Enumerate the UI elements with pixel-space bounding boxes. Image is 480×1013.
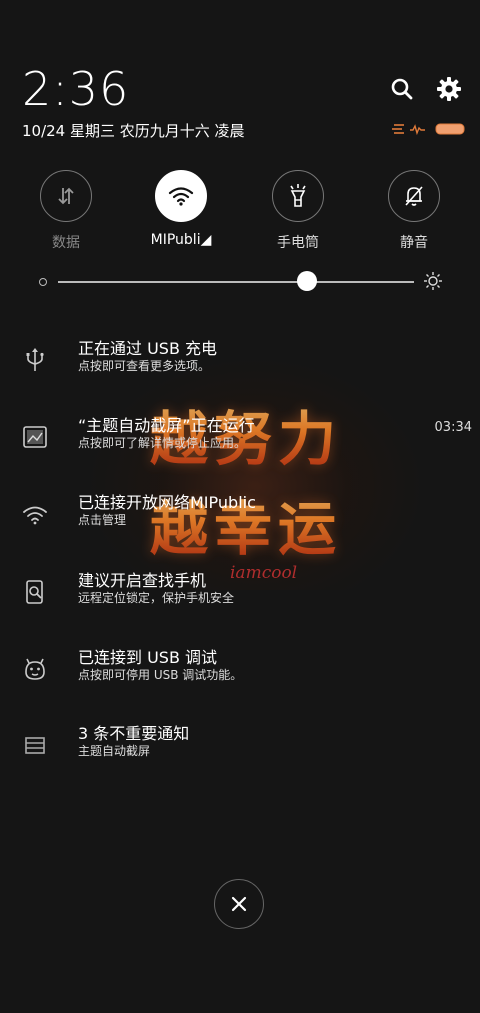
notification-time: 03:34 (434, 420, 472, 435)
toggle-wifi[interactable]: MIPubli◢ (141, 170, 221, 248)
toggle-silent[interactable]: 静音 (384, 170, 444, 252)
notification-find-phone[interactable]: 建议开启查找手机 远程定位锁定，保护手机安全 (0, 567, 480, 627)
toggle-flashlight[interactable]: 手电筒 (268, 170, 328, 252)
notification-title: 正在通过 USB 充电 (78, 339, 218, 358)
close-icon (231, 896, 247, 912)
charging-icon (392, 124, 404, 134)
activity-wave-icon (410, 124, 425, 136)
date-line: 10/24 星期三 农历九月十六 凌晨 (22, 122, 245, 140)
notification-theme-screenshot[interactable]: “主题自动截屏”正在运行 点按即可了解详情或停止应用。 03:34 (0, 412, 480, 472)
notification-title: 3 条不重要通知 (78, 724, 190, 743)
android-debug-icon (25, 658, 45, 680)
notification-subtitle: 点按即可停用 USB 调试功能。 (78, 668, 243, 682)
notification-subtitle: 远程定位锁定，保护手机安全 (78, 591, 235, 605)
clear-all-button[interactable] (214, 879, 264, 929)
notification-title: 建议开启查找手机 (78, 571, 207, 590)
wifi-icon (168, 187, 194, 206)
brightness-track[interactable] (58, 281, 414, 283)
status-indicators (392, 123, 465, 136)
toggle-silent-label: 静音 (400, 235, 428, 251)
toggle-mobile-data-circle[interactable] (40, 170, 92, 222)
brightness-min-icon (39, 278, 47, 286)
notification-title: 已连接开放网络MIPublic (78, 493, 256, 512)
stack-icon (25, 737, 45, 754)
usb-icon (26, 348, 44, 371)
notification-title: “主题自动截屏”正在运行 (78, 416, 255, 435)
notification-unimportant-summary[interactable]: 3 条不重要通知 主题自动截屏 (0, 720, 480, 780)
notification-usb-debugging[interactable]: 已连接到 USB 调试 点按即可停用 USB 调试功能。 (0, 644, 480, 704)
notification-wifi-connected[interactable]: 已连接开放网络MIPublic 点击管理 (0, 489, 480, 549)
gear-icon[interactable] (436, 76, 462, 102)
battery-icon (435, 123, 465, 135)
notification-subtitle: 点按即可了解详情或停止应用。 (78, 436, 247, 450)
notification-subtitle: 点按即可查看更多选项。 (78, 359, 211, 373)
clock-time: 2:36 (22, 62, 130, 116)
toggle-flashlight-circle[interactable] (272, 170, 324, 222)
wifi-icon (23, 506, 47, 525)
data-arrows-icon (58, 187, 74, 205)
bell-off-icon (405, 186, 423, 206)
notification-usb-charging[interactable]: 正在通过 USB 充电 点按即可查看更多选项。 (0, 335, 480, 395)
notification-subtitle: 点击管理 (78, 513, 127, 527)
screenshot-app-icon (23, 426, 47, 448)
notification-subtitle: 主题自动截屏 (78, 744, 151, 758)
toggle-mobile-data[interactable]: 数据 (36, 170, 96, 252)
brightness-max-icon (424, 272, 442, 290)
toggle-silent-circle[interactable] (388, 170, 440, 222)
toggle-mobile-data-label: 数据 (52, 235, 80, 251)
find-phone-icon (26, 580, 43, 604)
flashlight-icon (290, 184, 306, 207)
brightness-slider[interactable] (36, 270, 452, 294)
notification-title: 已连接到 USB 调试 (78, 648, 218, 667)
toggle-wifi-label: MIPubli◢ (150, 232, 212, 248)
toggle-wifi-circle[interactable] (155, 170, 207, 222)
search-icon[interactable] (389, 76, 415, 102)
toggle-flashlight-label: 手电筒 (277, 235, 319, 251)
brightness-knob[interactable] (297, 271, 318, 291)
